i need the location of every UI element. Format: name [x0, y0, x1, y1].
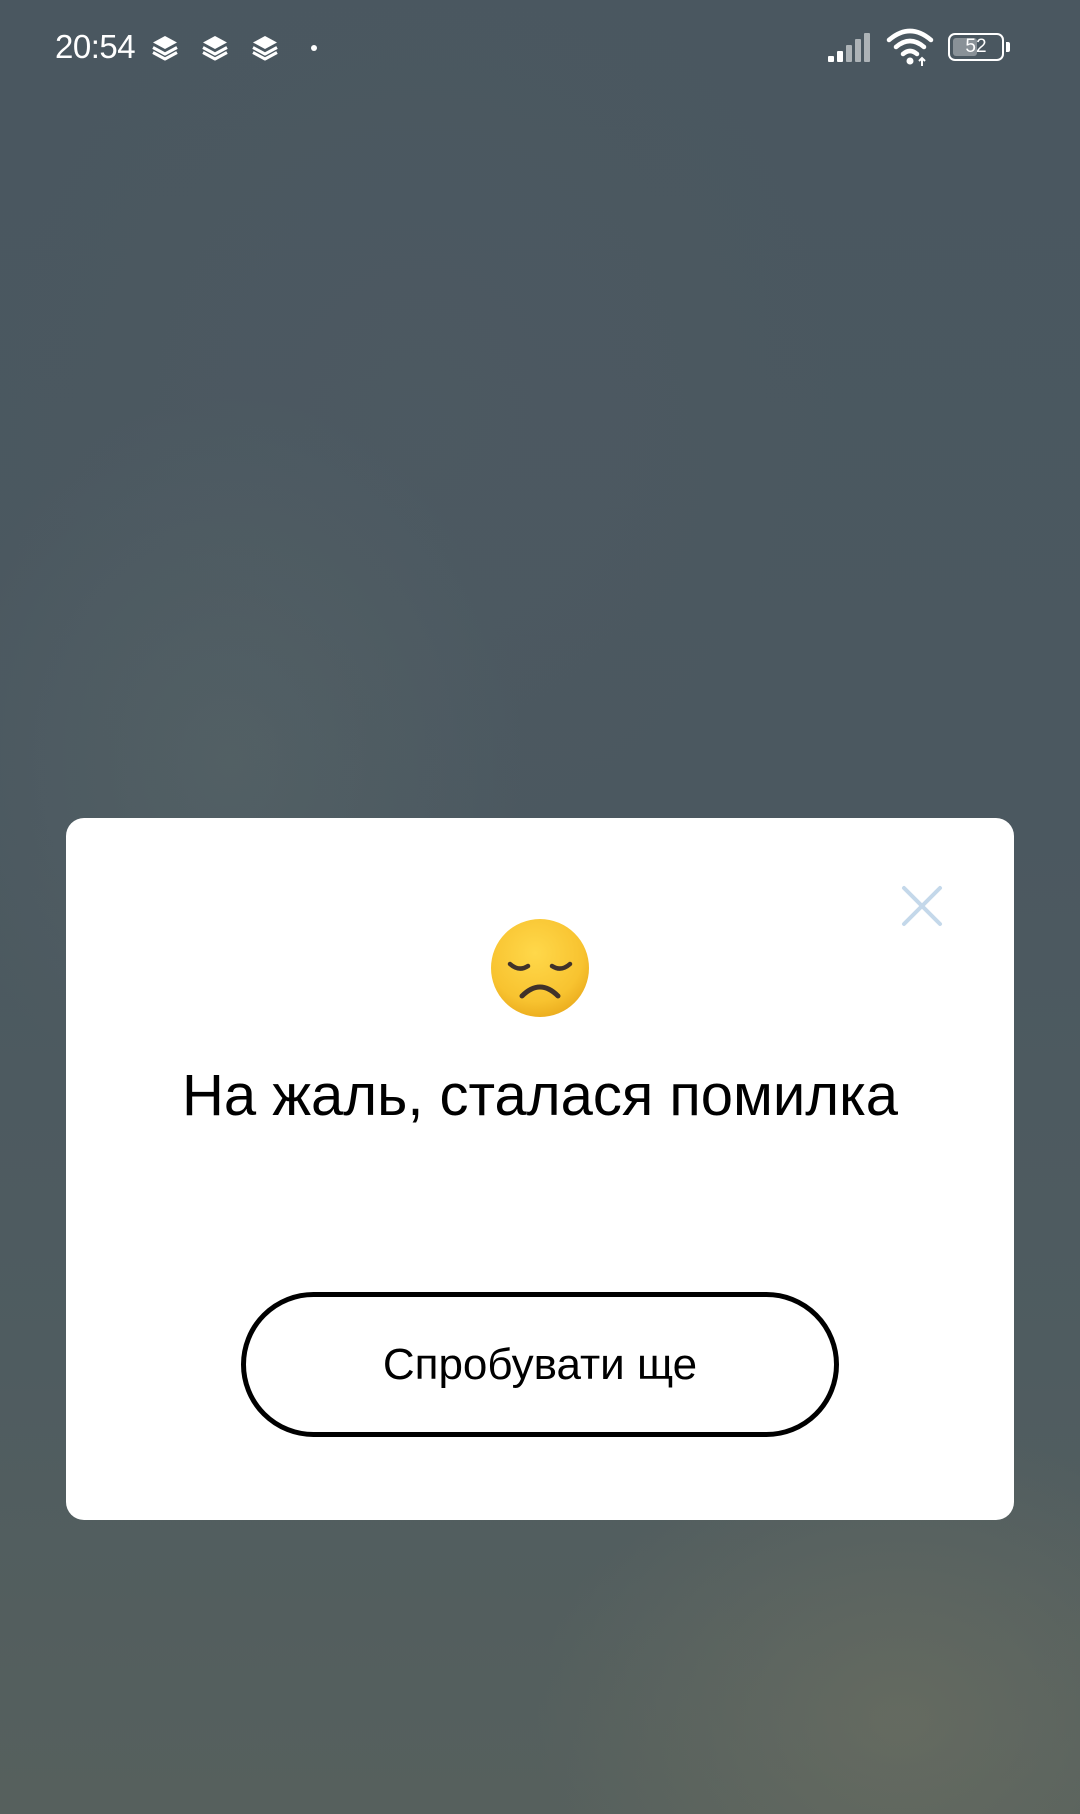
- status-bar: 20:54 52: [0, 0, 1080, 96]
- layers-icon: [152, 36, 178, 61]
- wifi-icon: [886, 28, 934, 66]
- disappointed-face-emoji: [491, 919, 589, 1017]
- layers-icon: [202, 36, 228, 61]
- layers-icon: [252, 36, 278, 61]
- battery-cap: [1006, 42, 1010, 52]
- status-time: 20:54: [55, 28, 136, 65]
- error-title: На жаль, сталася помилка: [181, 1063, 899, 1128]
- battery-level: 52: [965, 36, 987, 57]
- battery-indicator: 52: [948, 33, 1012, 63]
- cellular-signal-icon: [828, 33, 870, 62]
- close-icon[interactable]: [892, 876, 952, 936]
- more-notifications-dot-icon: [311, 45, 317, 51]
- retry-button[interactable]: Спробувати ще: [241, 1292, 839, 1437]
